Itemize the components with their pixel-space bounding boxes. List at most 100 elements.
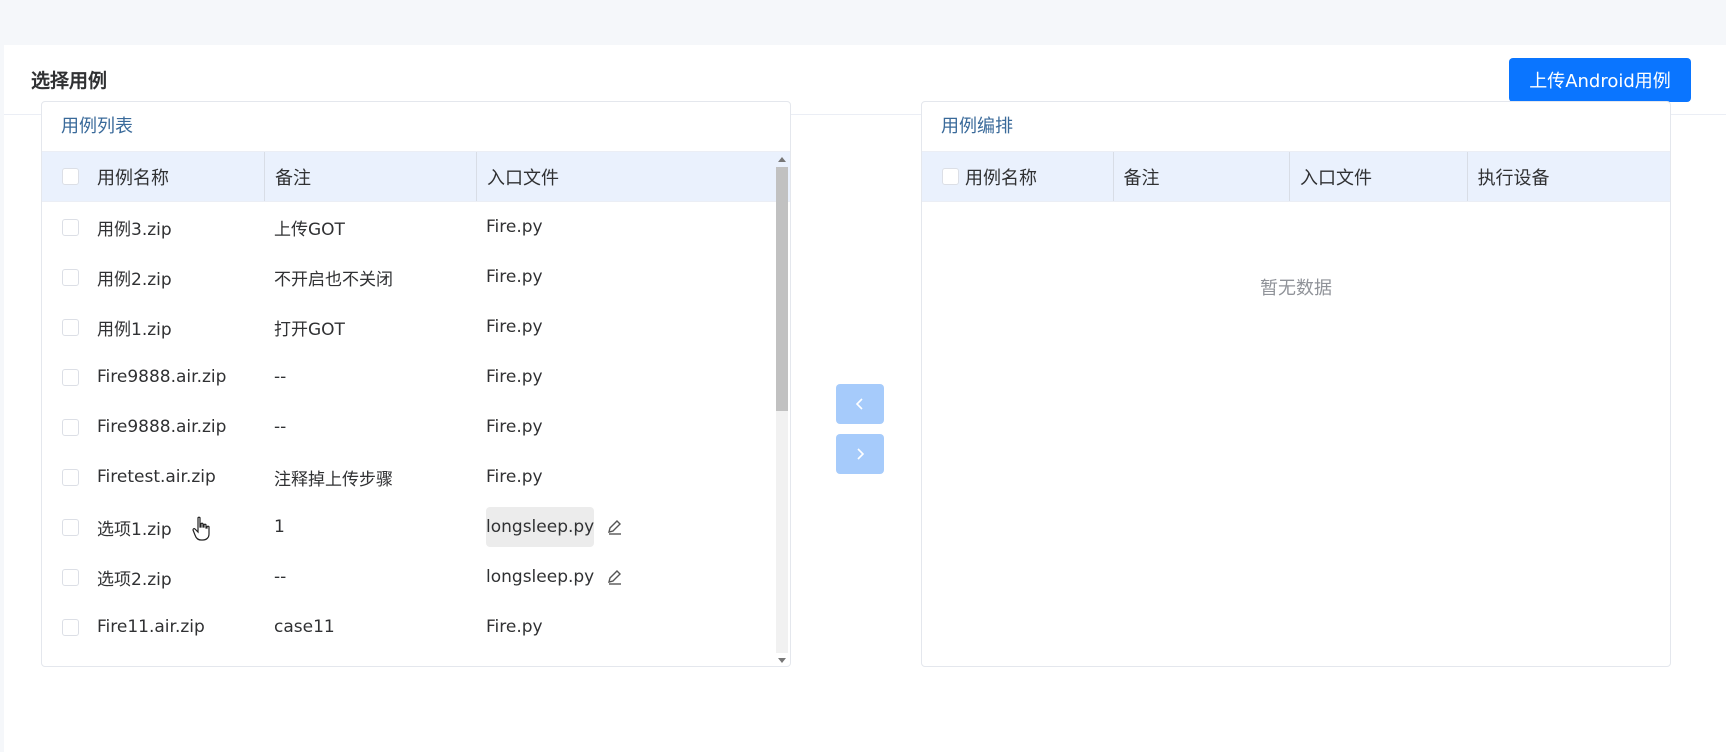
chevron-right-icon xyxy=(857,448,865,460)
case-name-cell: 用例2.zip xyxy=(42,252,264,302)
table-row[interactable]: 选项2.zip -- longsleep.py xyxy=(42,552,790,602)
row-checkbox[interactable] xyxy=(62,568,79,586)
case-note: 打开GOT xyxy=(274,319,345,340)
table-row[interactable]: 用例2.zip 不开启也不关闭 Fire.py xyxy=(42,252,790,302)
case-file: Fire.py xyxy=(486,317,543,337)
case-note-cell: 打开GOT xyxy=(264,302,476,352)
case-file-cell: Fire.py xyxy=(476,402,776,452)
case-file: longsleep.py xyxy=(486,567,595,587)
case-file: Fire.py xyxy=(486,217,543,237)
row-checkbox[interactable] xyxy=(62,268,79,286)
case-file-cell: Fire.py xyxy=(476,302,776,352)
case-name-cell: 用例1.zip xyxy=(42,302,264,352)
case-list-rows: 用例3.zip 上传GOT Fire.py 用例2.zip 不开启也不关闭 Fi… xyxy=(42,202,790,652)
hand-cursor-icon xyxy=(192,516,210,541)
case-name: 选项2.zip xyxy=(97,569,172,590)
move-right-button[interactable] xyxy=(836,434,884,474)
column-label: 用例名称 xyxy=(97,167,169,189)
case-note-cell: 注释掉上传步骤 xyxy=(264,452,476,502)
row-checkbox[interactable] xyxy=(62,518,79,536)
case-name-cell: 用例3.zip xyxy=(42,202,264,252)
scroll-thumb[interactable] xyxy=(776,167,788,411)
vertical-scrollbar[interactable] xyxy=(774,153,788,666)
case-file: Fire.py xyxy=(486,617,543,637)
case-file-cell: longsleep.py xyxy=(476,552,776,602)
table-row[interactable]: Firetest.air.zip 注释掉上传步骤 Fire.py xyxy=(42,452,790,502)
case-name: Fire9888.air.zip xyxy=(97,417,227,437)
move-left-button[interactable] xyxy=(836,384,884,424)
select-all-checkbox[interactable] xyxy=(62,168,79,185)
case-note: 上传GOT xyxy=(274,219,345,240)
column-label: 入口文件 xyxy=(487,167,559,189)
column-header-name: 用例名称 xyxy=(42,152,264,201)
case-note-cell: 1 xyxy=(264,502,476,552)
table-row[interactable]: Fire9888.air.zip -- Fire.py xyxy=(42,402,790,452)
case-file-cell: Fire.py xyxy=(476,452,776,502)
case-note: -- xyxy=(274,367,287,387)
case-file: Fire.py xyxy=(486,467,543,487)
column-header-note: 备注 xyxy=(1112,152,1290,201)
scroll-down-icon[interactable] xyxy=(778,658,786,663)
row-checkbox[interactable] xyxy=(62,368,79,386)
table-row[interactable]: 选项1.zip 1 longsleep.py xyxy=(42,502,790,552)
case-file: Fire.py xyxy=(486,417,543,437)
page-title: 选择用例 xyxy=(31,70,108,92)
row-checkbox[interactable] xyxy=(62,318,79,336)
column-header-name: 用例名称 xyxy=(922,152,1113,201)
table-row[interactable]: Fire11.air.zip case11 Fire.py xyxy=(42,602,790,652)
case-note-cell: case11 xyxy=(264,602,476,652)
case-file-cell: Fire.py xyxy=(476,602,776,652)
pencil-icon[interactable] xyxy=(606,568,624,586)
row-checkbox[interactable] xyxy=(62,218,79,236)
empty-state: 暂无数据 xyxy=(1260,278,1332,299)
case-arrange-panel: 用例编排 用例名称 备注 入口文件 执行设备 暂无数据 xyxy=(921,101,1671,667)
row-checkbox[interactable] xyxy=(62,618,79,636)
case-note: -- xyxy=(274,567,287,587)
table-row[interactable]: 用例1.zip 打开GOT Fire.py xyxy=(42,302,790,352)
case-file-cell: Fire.py xyxy=(476,352,776,402)
column-label: 用例名称 xyxy=(965,167,1037,189)
case-name-cell: Firetest.air.zip xyxy=(42,452,264,502)
column-header-device: 执行设备 xyxy=(1466,152,1670,201)
case-name: 选项1.zip xyxy=(97,519,172,540)
row-checkbox[interactable] xyxy=(62,468,79,486)
case-note: case11 xyxy=(274,617,335,637)
case-note-cell: -- xyxy=(264,552,476,602)
case-name-cell: 选项1.zip xyxy=(42,502,264,552)
case-list-panel: 用例列表 用例名称 备注 入口文件 用例3.zip 上传GOT Fire.py … xyxy=(41,101,791,667)
case-name-cell: Fire9888.air.zip xyxy=(42,352,264,402)
case-file: Fire.py xyxy=(486,367,543,387)
case-note-cell: 不开启也不关闭 xyxy=(264,252,476,302)
upload-android-case-button[interactable]: 上传Android用例 xyxy=(1509,57,1691,102)
case-arrange-title: 用例编排 xyxy=(922,102,1670,152)
column-label: 入口文件 xyxy=(1300,167,1373,189)
case-list-header: 用例名称 备注 入口文件 xyxy=(42,152,790,202)
case-note: 1 xyxy=(274,517,285,537)
case-note-cell: 上传GOT xyxy=(264,202,476,252)
scroll-up-icon[interactable] xyxy=(778,157,786,162)
column-label: 备注 xyxy=(275,167,311,189)
case-file-cell: Fire.py xyxy=(476,252,776,302)
case-note: 不开启也不关闭 xyxy=(274,269,393,290)
case-name: 用例1.zip xyxy=(97,319,172,340)
case-file-cell: longsleep.py xyxy=(476,502,776,552)
case-name-cell: Fire11.air.zip xyxy=(42,602,264,652)
case-file-cell: Fire.py xyxy=(476,202,776,252)
column-header-note: 备注 xyxy=(264,152,476,201)
case-list-title: 用例列表 xyxy=(42,102,790,152)
case-name: 用例3.zip xyxy=(97,219,172,240)
table-row[interactable]: Fire9888.air.zip -- Fire.py xyxy=(42,352,790,402)
case-arrange-header: 用例名称 备注 入口文件 执行设备 xyxy=(922,152,1670,202)
case-name-cell: 选项2.zip xyxy=(42,552,264,602)
case-name: Firetest.air.zip xyxy=(97,467,216,487)
chevron-left-icon xyxy=(855,398,863,410)
case-file: longsleep.py xyxy=(486,507,594,547)
select-all-checkbox[interactable] xyxy=(942,168,959,185)
case-name: 用例2.zip xyxy=(97,269,172,290)
column-label: 备注 xyxy=(1123,167,1160,189)
row-checkbox[interactable] xyxy=(62,418,79,436)
pencil-icon[interactable] xyxy=(606,518,624,536)
case-file: Fire.py xyxy=(486,267,543,287)
case-note: 注释掉上传步骤 xyxy=(274,469,393,490)
table-row[interactable]: 用例3.zip 上传GOT Fire.py xyxy=(42,202,790,252)
